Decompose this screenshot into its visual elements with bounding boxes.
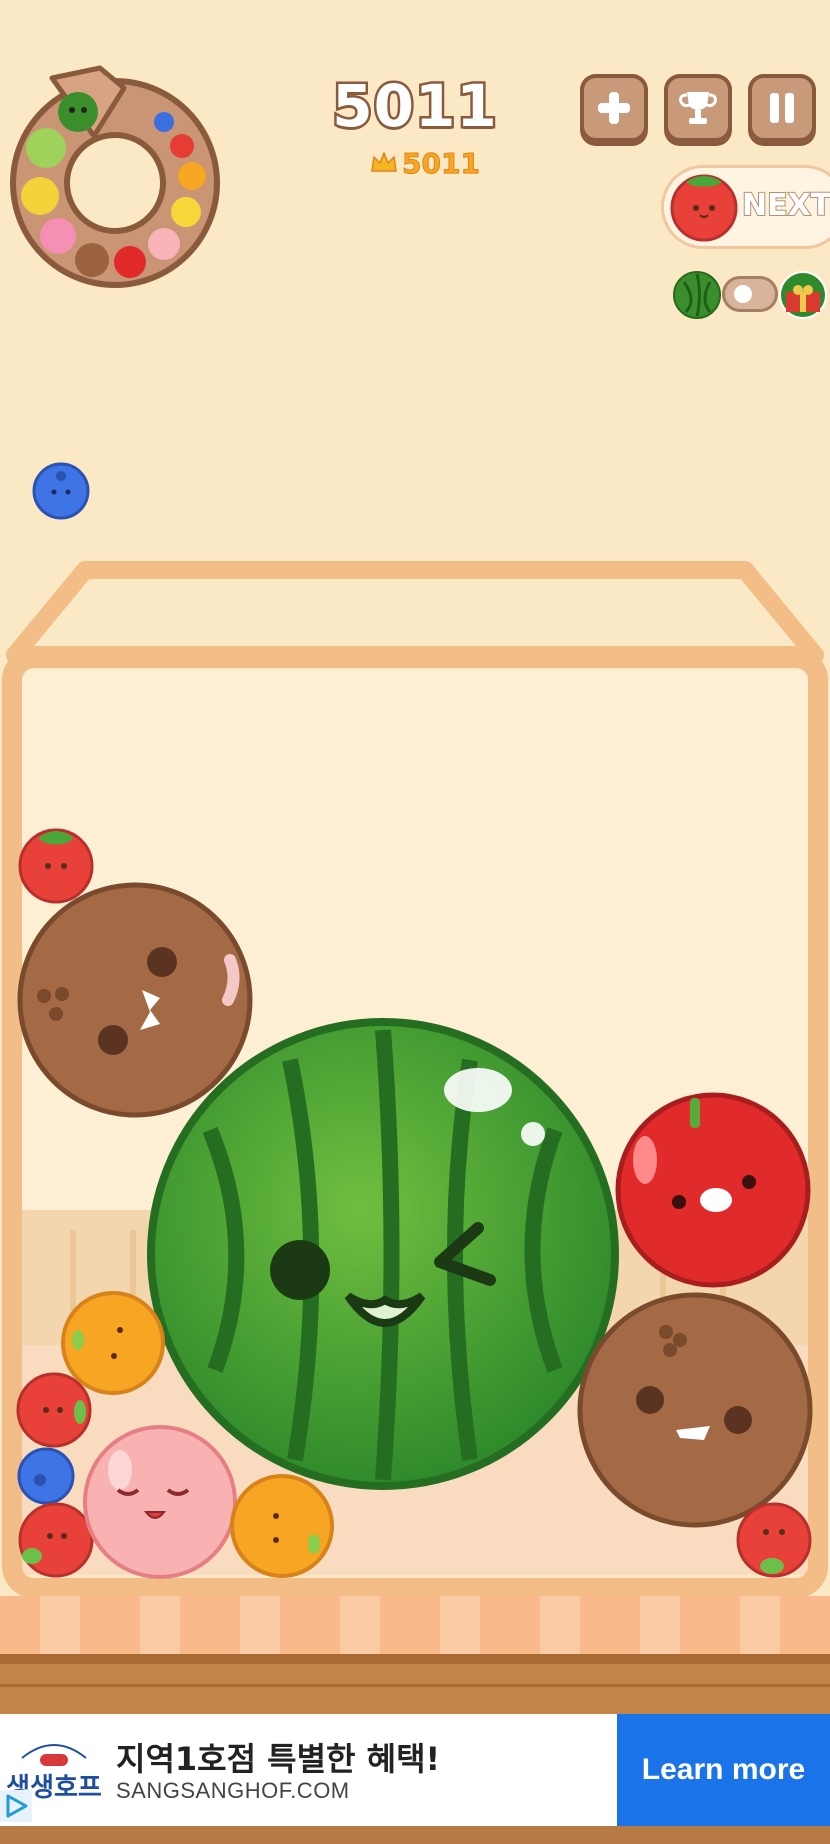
crown-icon bbox=[371, 151, 397, 172]
strawberry-fruit bbox=[18, 828, 94, 904]
peach-fruit bbox=[83, 1425, 237, 1579]
skin-toggle-knob bbox=[734, 285, 752, 303]
coconut-fruit bbox=[17, 882, 253, 1118]
ad-url: SANGSANGHOF.COM bbox=[116, 1778, 350, 1803]
next-label: NEXT bbox=[741, 187, 830, 224]
drop-blueberry[interactable] bbox=[32, 462, 90, 520]
best-score: 5011 bbox=[370, 146, 480, 180]
orange-fruit-2 bbox=[230, 1474, 334, 1578]
trophy-button[interactable] bbox=[664, 74, 732, 142]
strawberry-fruit-2 bbox=[16, 1372, 92, 1448]
gift-watermelon-icon bbox=[779, 271, 827, 319]
ad-headline: 지역1호점 특별한 혜택! bbox=[116, 1740, 441, 1778]
pause-icon bbox=[770, 93, 794, 123]
next-strawberry-icon bbox=[670, 174, 738, 242]
ad-choices-icon[interactable] bbox=[0, 1790, 32, 1822]
strawberry-fruit-4 bbox=[736, 1502, 812, 1578]
blueberry-fruit bbox=[17, 1447, 75, 1505]
watermelon-skin-icon bbox=[673, 271, 721, 319]
apple-fruit bbox=[615, 1092, 811, 1288]
strawberry-fruit-3 bbox=[18, 1502, 94, 1578]
jar-fruits bbox=[16, 828, 813, 1579]
pause-button[interactable] bbox=[748, 74, 816, 142]
score: 5011 bbox=[330, 70, 499, 143]
add-button[interactable] bbox=[580, 74, 648, 142]
best-score-value: 5011 bbox=[402, 146, 481, 180]
orange-fruit bbox=[61, 1291, 165, 1395]
plus-icon bbox=[598, 92, 630, 124]
trophy-icon bbox=[679, 92, 717, 124]
bottom-wood-strip bbox=[0, 1826, 830, 1844]
learn-more-button[interactable]: Learn more bbox=[617, 1714, 830, 1826]
watermelon-fruit bbox=[147, 1018, 619, 1490]
coconut-fruit-right bbox=[577, 1292, 813, 1528]
fruit-evolution-wheel bbox=[10, 65, 220, 288]
